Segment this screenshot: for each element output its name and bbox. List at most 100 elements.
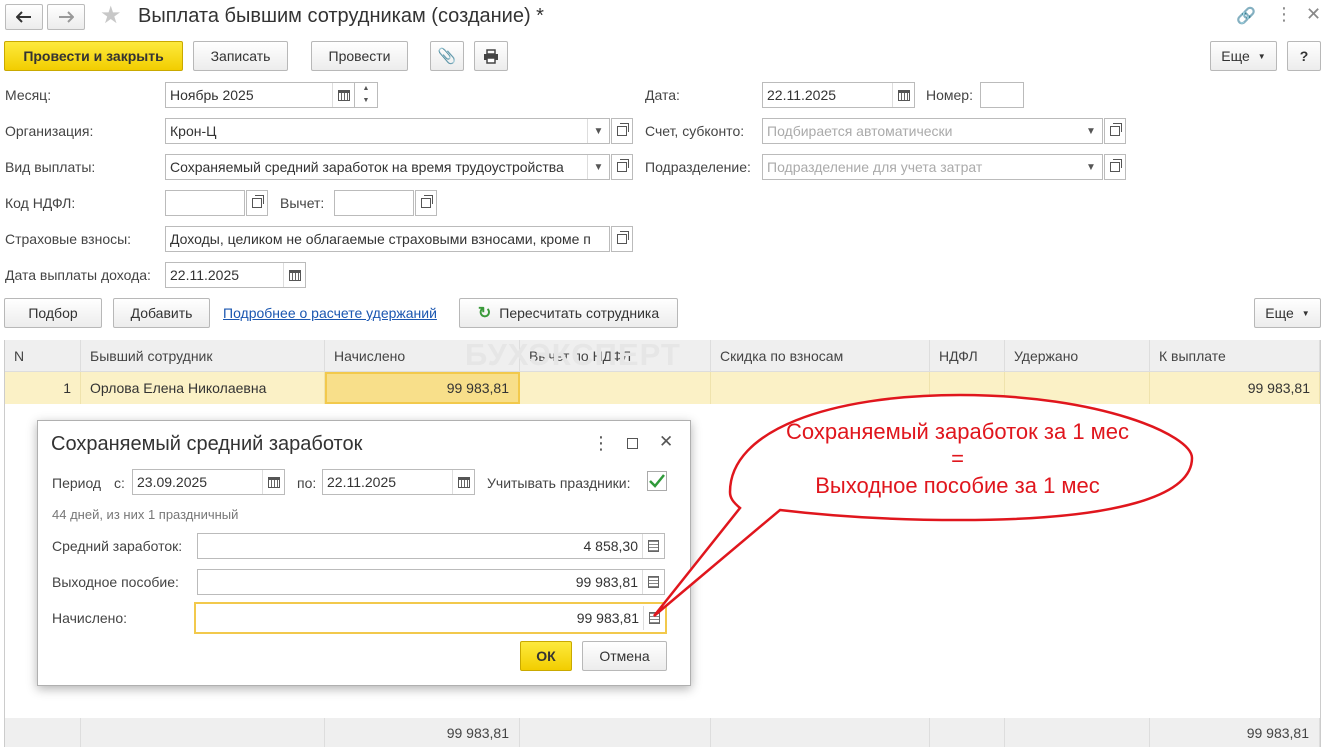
avg-earnings-dialog: Сохраняемый средний заработок ⋮ ✕ Период… bbox=[37, 420, 691, 686]
header-n[interactable]: N bbox=[5, 340, 81, 372]
dropdown-icon[interactable]: ▼ bbox=[1080, 155, 1102, 179]
calendar-icon[interactable] bbox=[452, 470, 474, 494]
help-button[interactable]: ? bbox=[1287, 41, 1321, 71]
date-value: 22.11.2025 bbox=[767, 87, 837, 103]
account-open-icon[interactable] bbox=[1104, 118, 1126, 144]
org-open-icon[interactable] bbox=[611, 118, 633, 144]
month-field[interactable]: Ноябрь 2025 bbox=[165, 82, 355, 108]
header-employee[interactable]: Бывший сотрудник bbox=[81, 340, 325, 372]
close-window-icon[interactable]: ✕ bbox=[1306, 4, 1321, 25]
footer-ndfl-deduction bbox=[520, 718, 711, 747]
from-label: с: bbox=[114, 475, 125, 491]
printer-icon bbox=[484, 48, 498, 64]
severance-field[interactable]: 99 983,81 bbox=[197, 569, 665, 595]
number-label: Номер: bbox=[926, 87, 973, 103]
row-n[interactable]: 1 bbox=[5, 372, 81, 404]
more-menu-button[interactable]: Еще ▼ bbox=[1210, 41, 1277, 71]
paytype-label: Вид выплаты: bbox=[5, 159, 96, 175]
accrued-field[interactable]: 99 983,81 bbox=[194, 602, 667, 634]
avg-value: 4 858,30 bbox=[583, 538, 639, 554]
dialog-menu-icon[interactable]: ⋮ bbox=[592, 433, 610, 454]
account-placeholder: Подбирается автоматически bbox=[767, 123, 953, 139]
avg-field[interactable]: 4 858,30 bbox=[197, 533, 665, 559]
income-date-field[interactable]: 22.11.2025 bbox=[165, 262, 306, 288]
insurance-label: Страховые взносы: bbox=[5, 231, 132, 247]
date-field[interactable]: 22.11.2025 bbox=[762, 82, 915, 108]
back-button[interactable] bbox=[5, 4, 43, 30]
post-and-close-button[interactable]: Провести и закрыть bbox=[4, 41, 183, 71]
ndfl-code-field[interactable] bbox=[165, 190, 245, 216]
dialog-title: Сохраняемый средний заработок bbox=[51, 433, 363, 455]
deduction-open-icon[interactable] bbox=[415, 190, 437, 216]
paytype-field[interactable]: Сохраняемый средний заработок на время т… bbox=[165, 154, 610, 180]
footer-accrued: 99 983,81 bbox=[325, 718, 520, 747]
ok-button[interactable]: ОК bbox=[520, 641, 572, 671]
dropdown-arrow-icon: ▼ bbox=[1301, 308, 1310, 318]
insurance-open-icon[interactable] bbox=[611, 226, 633, 252]
more-label: Еще bbox=[1221, 48, 1250, 64]
pick-button[interactable]: Подбор bbox=[4, 298, 102, 328]
deduction-field[interactable] bbox=[334, 190, 414, 216]
forward-button[interactable] bbox=[47, 4, 85, 30]
recalc-button[interactable]: ↻ Пересчитать сотрудника bbox=[459, 298, 678, 328]
link-icon[interactable]: 🔗 bbox=[1236, 6, 1256, 26]
insurance-field[interactable]: Доходы, целиком не облагаемые страховыми… bbox=[165, 226, 610, 252]
watermark-logo: БУХЭКСПЕРТ bbox=[465, 337, 681, 373]
favorite-star-icon[interactable]: ★ bbox=[100, 4, 122, 28]
callout-line1: Сохраняемый заработок за 1 мес bbox=[785, 419, 1130, 444]
insurance-value: Доходы, целиком не облагаемые страховыми… bbox=[170, 231, 591, 247]
to-date-value: 22.11.2025 bbox=[327, 474, 397, 490]
dropdown-icon[interactable]: ▼ bbox=[1080, 119, 1102, 143]
post-button[interactable]: Провести bbox=[311, 41, 408, 71]
from-date-field[interactable]: 23.09.2025 bbox=[132, 469, 285, 495]
header-discount[interactable]: Скидка по взносам bbox=[711, 340, 930, 372]
severance-label: Выходное пособие: bbox=[52, 574, 179, 590]
recalc-label: Пересчитать сотрудника bbox=[499, 305, 660, 321]
row-accrued[interactable]: 99 983,81 bbox=[325, 372, 520, 404]
org-field[interactable]: Крон-Ц ▼ bbox=[165, 118, 610, 144]
table-more-label: Еще bbox=[1265, 305, 1294, 321]
accrued-value: 99 983,81 bbox=[576, 610, 639, 626]
save-button[interactable]: Записать bbox=[193, 41, 288, 71]
row-employee[interactable]: Орлова Елена Николаевна bbox=[81, 372, 325, 404]
cancel-button[interactable]: Отмена bbox=[582, 641, 667, 671]
footer-n bbox=[5, 718, 81, 747]
to-date-field[interactable]: 22.11.2025 bbox=[322, 469, 475, 495]
print-button[interactable] bbox=[474, 41, 508, 71]
dropdown-icon[interactable]: ▼ bbox=[587, 119, 609, 143]
table-more-button[interactable]: Еще ▼ bbox=[1254, 298, 1321, 328]
dept-field[interactable]: Подразделение для учета затрат ▼ bbox=[762, 154, 1103, 180]
callout-text: Сохраняемый заработок за 1 мес = Выходно… bbox=[735, 418, 1180, 499]
dialog-maximize-icon[interactable] bbox=[627, 438, 638, 449]
calendar-icon[interactable] bbox=[262, 470, 284, 494]
number-field[interactable] bbox=[980, 82, 1024, 108]
dept-open-icon[interactable] bbox=[1104, 154, 1126, 180]
ndfl-code-open-icon[interactable] bbox=[246, 190, 268, 216]
account-field[interactable]: Подбирается автоматически ▼ bbox=[762, 118, 1103, 144]
footer-ndfl bbox=[930, 718, 1005, 747]
days-info: 44 дней, из них 1 праздничный bbox=[52, 507, 239, 522]
header-ndfl[interactable]: НДФЛ bbox=[930, 340, 1005, 372]
month-value: Ноябрь 2025 bbox=[170, 87, 254, 103]
refresh-icon: ↻ bbox=[477, 305, 492, 322]
calendar-icon[interactable] bbox=[332, 83, 354, 107]
org-value: Крон-Ц bbox=[170, 123, 217, 139]
header-to-pay[interactable]: К выплате bbox=[1150, 340, 1320, 372]
header-withheld[interactable]: Удержано bbox=[1005, 340, 1150, 372]
details-link[interactable]: Подробнее о расчете удержаний bbox=[223, 305, 437, 321]
paytype-open-icon[interactable] bbox=[611, 154, 633, 180]
more-vertical-icon[interactable]: ⋮ bbox=[1275, 4, 1293, 25]
attach-button[interactable]: 📎 bbox=[430, 41, 464, 71]
org-label: Организация: bbox=[5, 123, 94, 139]
add-button[interactable]: Добавить bbox=[113, 298, 210, 328]
window-title: Выплата бывшим сотрудникам (создание) * bbox=[138, 5, 544, 27]
dropdown-icon[interactable]: ▼ bbox=[587, 155, 609, 179]
dept-placeholder: Подразделение для учета затрат bbox=[767, 159, 983, 175]
calendar-icon[interactable] bbox=[283, 263, 305, 287]
calendar-icon[interactable] bbox=[892, 83, 914, 107]
account-label: Счет, субконто: bbox=[645, 123, 745, 139]
ndfl-code-label: Код НДФЛ: bbox=[5, 195, 76, 211]
period-label: Период bbox=[52, 475, 102, 491]
income-date-value: 22.11.2025 bbox=[170, 267, 240, 283]
month-stepper[interactable]: ▲ ▼ bbox=[355, 82, 378, 108]
